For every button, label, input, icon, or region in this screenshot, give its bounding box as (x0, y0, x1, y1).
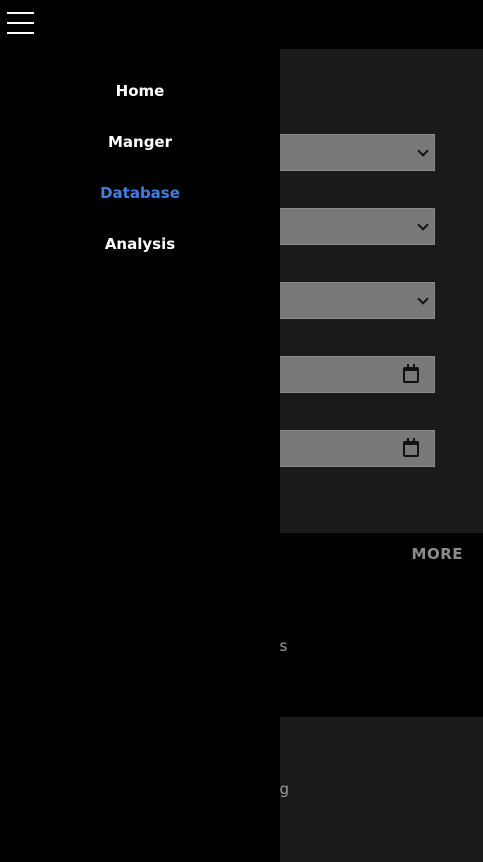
calendar-icon[interactable] (403, 438, 419, 457)
nav-item-manger[interactable]: Manger (0, 133, 280, 151)
nav-item-analysis[interactable]: Analysis (0, 235, 280, 253)
chevron-down-icon (417, 292, 429, 305)
nav-item-home[interactable]: Home (0, 82, 280, 100)
hamburger-menu-icon[interactable] (7, 12, 34, 36)
chevron-down-icon (417, 218, 429, 231)
more-button[interactable]: MORE (412, 545, 463, 563)
navigation-drawer: Home Manger Database Analysis (0, 0, 280, 862)
chevron-down-icon (417, 144, 429, 157)
calendar-icon[interactable] (403, 364, 419, 383)
app-page: MORE gs 3 0 ng 3 Home Manger Database An… (0, 0, 483, 862)
nav-item-database[interactable]: Database (0, 184, 280, 202)
